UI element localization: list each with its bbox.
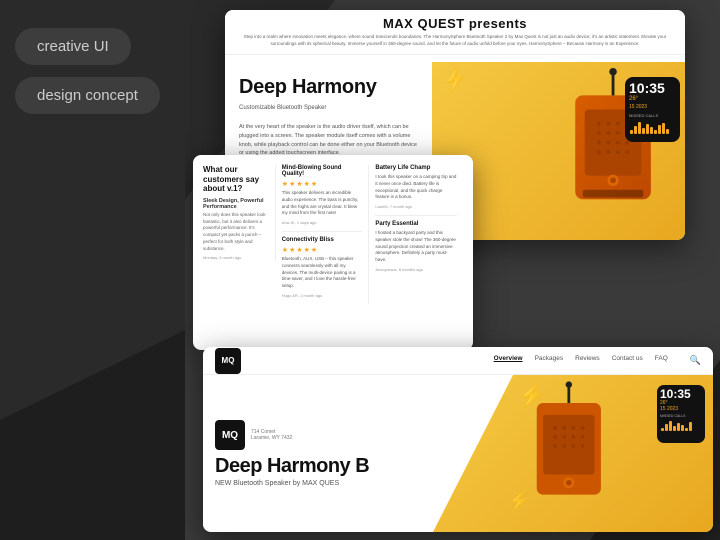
reviews-col2: Battery Life Champ I took this speaker o… bbox=[369, 165, 463, 278]
nav-link-overview[interactable]: Overview bbox=[494, 355, 523, 366]
product-subtitle: Customizable Bluetooth Speaker bbox=[239, 104, 418, 113]
product-desc: At the very heart of the speaker is the … bbox=[239, 123, 418, 158]
nav-link-reviews[interactable]: Reviews bbox=[575, 355, 600, 366]
website-nav: MQ Overview Packages Reviews Contact us … bbox=[203, 347, 713, 375]
review1-stars: ★★★★★ bbox=[282, 180, 363, 188]
search-icon[interactable]: 🔍 bbox=[690, 355, 701, 366]
watch-display: 10:35 26° 15 2023 MISSED CALLS bbox=[625, 77, 680, 142]
sidebar: creative UI design concept bbox=[0, 0, 185, 540]
review3-title: Battery Life Champ bbox=[375, 165, 457, 171]
website-left: MQ 714 Comet Laramie, WY 7432 Deep Harmo… bbox=[203, 375, 433, 532]
review2-text: Bluetooth, AUX, USB – this speaker conne… bbox=[282, 256, 363, 290]
card-header: MAX QUEST presents Step into a realm whe… bbox=[225, 10, 685, 55]
bottom-lightning-1: ⚡ bbox=[518, 383, 545, 409]
review2-stars: ★★★★★ bbox=[282, 246, 363, 254]
review4-text: I hosted a backyard party and this speak… bbox=[375, 230, 457, 264]
review3-author: LauriM, 7 month ago bbox=[375, 204, 457, 209]
watch-calls: MISSED CALLS bbox=[629, 113, 676, 119]
brand-review-author: Monday, 3 month ago bbox=[203, 255, 269, 260]
customers-section: What our customers say about v.1? Sleek … bbox=[203, 165, 276, 260]
card-body-text: Step into a realm where innovation meets… bbox=[231, 31, 679, 48]
review3-text: I took this speaker on a camping trip an… bbox=[375, 174, 457, 201]
website-headline: Deep Harmony B bbox=[215, 456, 421, 477]
nav-link-packages[interactable]: Packages bbox=[535, 355, 564, 366]
reviews-card: What our customers say about v.1? Sleek … bbox=[193, 155, 473, 350]
website-right: ⚡ ⚡ bbox=[433, 375, 714, 532]
review4-author: Anonymous, 8 months ago bbox=[375, 267, 457, 272]
mq-logo: MQ bbox=[215, 420, 245, 450]
review2-author: Hugo AR, 1 month ago bbox=[282, 293, 363, 298]
customers-headline: What our customers say about v.1? bbox=[203, 165, 269, 194]
website-card: MQ Overview Packages Reviews Contact us … bbox=[203, 347, 713, 532]
bottom-lightning-2: ⚡ bbox=[508, 491, 530, 512]
headline-deep-harmony: Deep Harmony bbox=[215, 455, 350, 477]
review1-title: Mind-Blowing Sound Quality! bbox=[282, 165, 363, 177]
card-headline: MAX QUEST presents bbox=[231, 16, 679, 31]
review1-author: Ana JK, 1 days ago bbox=[282, 220, 363, 225]
nav-link-faq[interactable]: FAQ bbox=[655, 355, 668, 366]
nav-links: Overview Packages Reviews Contact us FAQ… bbox=[494, 355, 701, 366]
headline-b: B bbox=[355, 455, 369, 477]
sidebar-decoration bbox=[0, 240, 185, 540]
review4-title: Party Essential bbox=[375, 221, 457, 227]
product-name: Deep Harmony bbox=[239, 76, 418, 98]
main-content: MAX QUEST presents Step into a realm whe… bbox=[185, 0, 720, 540]
website-subline: NEW Bluetooth Speaker by MAX QUES bbox=[215, 480, 421, 487]
creative-ui-label: creative UI bbox=[15, 28, 131, 65]
white-triangle-cut bbox=[433, 375, 513, 532]
reviews-col1: Mind-Blowing Sound Quality! ★★★★★ This s… bbox=[276, 165, 370, 304]
bottom-waveform bbox=[660, 421, 702, 431]
watch-time: 10:35 bbox=[629, 81, 676, 95]
bottom-watch-display: 10:35 26° 15 2023 MISSED CALLS bbox=[657, 385, 705, 443]
address: 714 Comet Laramie, WY 7432 bbox=[251, 429, 292, 441]
bottom-watch-time: 10:35 bbox=[660, 388, 702, 400]
logo-row: MQ 714 Comet Laramie, WY 7432 bbox=[215, 420, 421, 450]
waveform bbox=[629, 122, 676, 134]
brand-review-title: Sleek Design, Powerful Performance bbox=[203, 198, 269, 210]
nav-logo: MQ bbox=[215, 348, 241, 374]
bottom-watch-date: 15 2023 bbox=[660, 406, 702, 412]
watch-date: 15 2023 bbox=[629, 104, 676, 111]
review2-title: Connectivity Bliss bbox=[282, 237, 363, 243]
nav-link-contact[interactable]: Contact us bbox=[612, 355, 643, 366]
design-concept-label: design concept bbox=[15, 77, 160, 114]
website-content: MQ 714 Comet Laramie, WY 7432 Deep Harmo… bbox=[203, 375, 713, 532]
watch-temp: 26° bbox=[629, 95, 676, 103]
bottom-watch-calls: MISSED CALLS bbox=[660, 414, 702, 418]
review1-text: This speaker delivers an incredible audi… bbox=[282, 190, 363, 217]
brand-review-text: Not only does this speaker look fantasti… bbox=[203, 212, 269, 253]
address-line2: Laramie, WY 7432 bbox=[251, 435, 292, 441]
